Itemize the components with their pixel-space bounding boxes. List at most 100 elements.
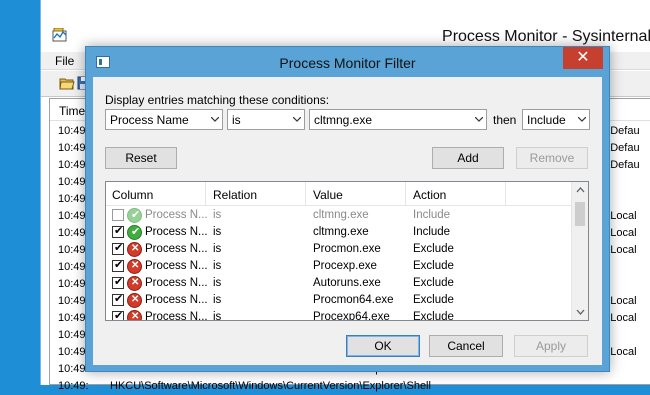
filter-column: Process N... (145, 260, 208, 272)
filter-checkbox[interactable] (112, 292, 124, 306)
filter-relation: is (213, 209, 222, 221)
event-time: 10:49: (58, 193, 89, 205)
filter-value: cltmng.exe (313, 209, 369, 221)
open-folder-icon[interactable] (59, 76, 75, 90)
filter-row[interactable]: Process N... is cltmng.exe Include (106, 224, 572, 241)
filter-row[interactable]: Process N... is Procexp64.exe Exclude (106, 309, 572, 321)
filter-relation: is (213, 260, 222, 272)
header-divider[interactable] (505, 182, 506, 206)
event-time: 10:49: (58, 278, 89, 290)
relation-dropdown-value: is (232, 113, 241, 127)
filter-value: Procexp.exe (313, 260, 377, 272)
filter-checkbox[interactable] (112, 309, 124, 320)
scrollbar-thumb[interactable] (575, 202, 585, 226)
dialog-titlebar[interactable]: Process Monitor Filter ✕ (86, 47, 609, 77)
filter-column: Process N... (145, 226, 208, 238)
filter-row[interactable]: Process N... is Procexp.exe Exclude (106, 258, 572, 275)
relation-dropdown[interactable]: is (227, 109, 305, 130)
exclude-icon (127, 259, 142, 274)
filter-checkbox[interactable] (112, 209, 124, 221)
value-combobox[interactable]: cltmng.exe (309, 109, 487, 130)
column-header-value[interactable]: Value (313, 188, 343, 202)
ok-button[interactable]: OK (346, 335, 420, 357)
event-time: 10:49: (58, 329, 89, 341)
event-time: 10:49: (58, 346, 89, 358)
event-time: 10:49: (58, 125, 89, 137)
apply-button[interactable]: Apply (514, 335, 588, 357)
event-time: 10:49: (58, 227, 89, 239)
column-header-time[interactable]: Time (59, 104, 85, 118)
event-row[interactable]: 10:49: HKCU\Software\Microsoft\Windows\Cu… (50, 378, 650, 395)
filter-action: Exclude (413, 277, 454, 289)
filter-relation: is (213, 311, 222, 321)
event-path: HKCU\Software\Microsoft\Windows\CurrentV… (110, 380, 431, 392)
event-time: 10:49: (58, 312, 89, 324)
include-icon (127, 208, 142, 223)
filter-row[interactable]: Process N... is cltmng.exe Include (106, 207, 572, 224)
exclude-icon (127, 276, 142, 291)
event-time: 10:49: (58, 142, 89, 154)
chevron-down-icon (211, 117, 219, 122)
filter-action: Include (413, 226, 451, 238)
chevron-down-icon (293, 117, 301, 122)
column-header-column[interactable]: Column (112, 188, 153, 202)
filter-value: Procmon.exe (313, 243, 381, 255)
filter-column: Process N... (145, 243, 208, 255)
exclude-icon (127, 293, 142, 308)
header-divider[interactable] (205, 182, 206, 206)
main-titlebar: Process Monitor - Sysinternal (41, 0, 650, 48)
exclude-icon (127, 310, 142, 320)
filter-column: Process N... (145, 294, 208, 306)
event-time: 10:49: (58, 210, 89, 222)
desktop-background (0, 0, 40, 385)
column-header-action[interactable]: Action (413, 188, 446, 202)
filter-checkbox[interactable] (112, 224, 124, 238)
filter-relation: is (213, 294, 222, 306)
value-combobox-text: cltmng.exe (314, 113, 373, 127)
filter-value: cltmng.exe (313, 226, 369, 238)
filter-relation: is (213, 243, 222, 255)
filter-list-scrollbar[interactable] (571, 182, 588, 320)
action-dropdown[interactable]: Include (522, 109, 590, 130)
cancel-button[interactable]: Cancel (429, 335, 503, 357)
filter-action: Exclude (413, 243, 454, 255)
column-dropdown-value: Process Name (110, 113, 189, 127)
filter-row[interactable]: Process N... is Procmon64.exe Exclude (106, 292, 572, 309)
remove-button[interactable]: Remove (516, 147, 588, 169)
filter-checkbox[interactable] (112, 241, 124, 255)
event-time: 10:49: (58, 159, 89, 171)
filter-action: Exclude (413, 294, 454, 306)
event-time: 10:49: (58, 380, 89, 392)
column-header-relation[interactable]: Relation (213, 188, 257, 202)
process-monitor-app-icon (52, 28, 67, 42)
column-dropdown[interactable]: Process Name (105, 109, 223, 130)
filter-relation: is (213, 277, 222, 289)
reset-button[interactable]: Reset (105, 147, 177, 169)
filter-checkbox[interactable] (112, 258, 124, 272)
filter-column: Process N... (145, 209, 208, 221)
chevron-down-icon (578, 117, 586, 122)
header-divider[interactable] (405, 182, 406, 206)
scroll-down-arrow-icon[interactable] (572, 303, 589, 320)
event-time: 10:49: (58, 244, 89, 256)
filter-value: Procmon64.exe (313, 294, 394, 306)
close-icon: ✕ (576, 49, 590, 66)
filter-column: Process N... (145, 311, 208, 321)
menu-file[interactable]: File (55, 54, 74, 68)
include-icon (127, 225, 142, 240)
scroll-up-arrow-icon[interactable] (572, 182, 589, 199)
filter-list: Column Relation Value Action Process N..… (105, 181, 589, 321)
action-dropdown-value: Include (527, 113, 566, 127)
filter-list-header: Column Relation Value Action (106, 182, 572, 206)
filter-checkbox[interactable] (112, 275, 124, 289)
event-time: 10:49: (58, 363, 89, 375)
chevron-down-icon (475, 117, 483, 122)
filter-row[interactable]: Process N... is Autoruns.exe Exclude (106, 275, 572, 292)
filter-relation: is (213, 226, 222, 238)
then-label: then (493, 113, 517, 127)
close-button[interactable]: ✕ (563, 47, 603, 69)
filter-column: Process N... (145, 277, 208, 289)
filter-row[interactable]: Process N... is Procmon.exe Exclude (106, 241, 572, 258)
header-divider[interactable] (305, 182, 306, 206)
add-button[interactable]: Add (432, 147, 504, 169)
